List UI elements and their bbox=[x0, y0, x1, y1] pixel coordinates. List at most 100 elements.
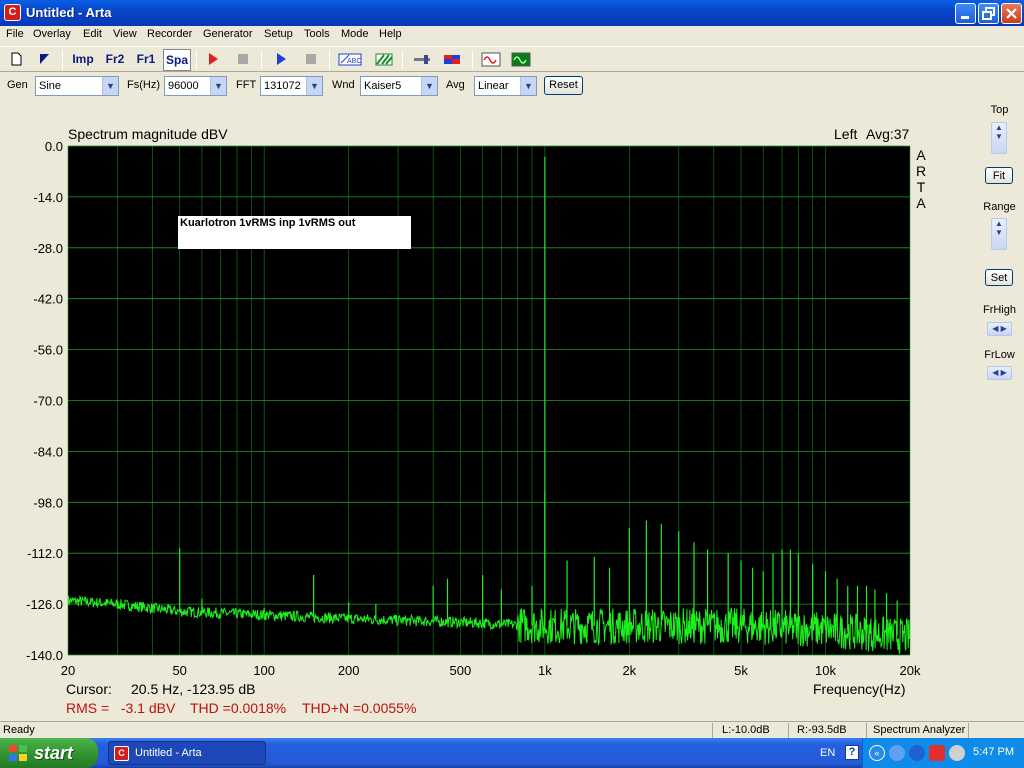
toolbar-separator bbox=[402, 51, 403, 69]
thd-readout: THD =0.0018% bbox=[190, 700, 287, 716]
arrow-right-icon[interactable]: ▶ bbox=[1001, 368, 1007, 377]
minimize-button[interactable] bbox=[955, 3, 976, 24]
menu-setup[interactable]: Setup bbox=[264, 28, 293, 40]
wnd-select[interactable]: Kaiser5 ▼ bbox=[360, 76, 438, 96]
wnd-value: Kaiser5 bbox=[364, 80, 402, 92]
avg-select[interactable]: Linear ▼ bbox=[474, 76, 537, 96]
range-spinner[interactable]: ▲ ▼ bbox=[991, 218, 1007, 250]
fs-value: 96000 bbox=[168, 80, 199, 92]
chevron-left-icon[interactable]: « bbox=[869, 745, 885, 761]
status-divider bbox=[712, 723, 713, 738]
close-button[interactable] bbox=[1001, 3, 1022, 24]
arrow-up-icon[interactable]: ▲ bbox=[992, 219, 1006, 228]
language-indicator[interactable]: EN bbox=[820, 747, 835, 759]
start-button[interactable]: start bbox=[0, 738, 98, 768]
fft-select[interactable]: 131072 ▼ bbox=[260, 76, 323, 96]
menu-file[interactable]: File bbox=[6, 28, 24, 40]
chevron-down-icon: ▼ bbox=[520, 77, 536, 95]
title-bar: C Untitled - Arta bbox=[0, 0, 1024, 26]
menu-edit[interactable]: Edit bbox=[83, 28, 102, 40]
colors-button[interactable] bbox=[372, 49, 396, 71]
antivirus-icon[interactable] bbox=[949, 745, 965, 761]
restore-icon bbox=[982, 7, 995, 20]
level-meter-button[interactable] bbox=[440, 49, 464, 71]
gen-select[interactable]: Sine ▼ bbox=[35, 76, 119, 96]
menu-view[interactable]: View bbox=[113, 28, 137, 40]
status-left-level: L:-10.0dB bbox=[722, 724, 770, 736]
x-tick-label: 200 bbox=[338, 663, 360, 678]
fr1-mode-button[interactable]: Fr1 bbox=[132, 49, 160, 71]
system-tray: ? « 5:47 PM bbox=[845, 738, 1024, 768]
spectrum-chart[interactable]: 0.0 -14.0 -28.0 -42.0 -56.0 -70.0 -84.0 -98.0 -1… bbox=[2, 99, 973, 720]
network-icon[interactable] bbox=[889, 745, 905, 761]
new-file-button[interactable] bbox=[4, 49, 28, 71]
range-label: Range bbox=[983, 201, 1016, 213]
security-shield-icon[interactable] bbox=[929, 745, 945, 761]
svg-text:ABC: ABC bbox=[347, 58, 361, 65]
generator-stop-button[interactable] bbox=[299, 49, 323, 71]
cursor-label: Cursor: bbox=[66, 681, 112, 697]
x-tick-label: 10k bbox=[815, 663, 836, 678]
menu-recorder[interactable]: Recorder bbox=[147, 28, 192, 40]
fs-select[interactable]: 96000 ▼ bbox=[164, 76, 227, 96]
arta-app-icon[interactable]: C bbox=[4, 4, 21, 21]
fr2-mode-button[interactable]: Fr2 bbox=[101, 49, 129, 71]
arrow-down-icon[interactable]: ▼ bbox=[992, 132, 1006, 141]
settings-toolbar: Gen Sine ▼ Fs(Hz) 96000 ▼ FFT 131072 ▼ Wnd … bbox=[0, 74, 1024, 98]
y-tick-label: -14.0 bbox=[33, 190, 63, 205]
reset-button[interactable]: Reset bbox=[544, 76, 583, 95]
fs-label: Fs(Hz) bbox=[127, 79, 160, 91]
annotation-button[interactable]: ABC bbox=[336, 49, 364, 71]
frhigh-spinner[interactable]: ◀ ▶ bbox=[987, 322, 1012, 336]
fit-button[interactable]: Fit bbox=[985, 167, 1013, 184]
chevron-down-icon: ▼ bbox=[421, 77, 437, 95]
generator-play-button[interactable] bbox=[269, 49, 293, 71]
toolbar-separator bbox=[62, 51, 63, 69]
taskbar-item-label: Untitled - Arta bbox=[135, 747, 202, 759]
menu-mode[interactable]: Mode bbox=[341, 28, 369, 40]
toolbar-separator bbox=[329, 51, 330, 69]
close-icon bbox=[1006, 8, 1017, 19]
record-stop-button[interactable] bbox=[231, 49, 255, 71]
top-spinner[interactable]: ▲ ▼ bbox=[991, 122, 1007, 154]
main-toolbar: Imp Fr2 Fr1 Spa ABC bbox=[0, 46, 1024, 72]
chart-annotation[interactable]: Kuarlotron 1vRMS inp 1vRMS out bbox=[178, 216, 411, 249]
sine-wave-green-icon bbox=[511, 52, 531, 67]
connection-icon[interactable] bbox=[909, 745, 925, 761]
frlow-spinner[interactable]: ◀ ▶ bbox=[987, 366, 1012, 380]
spectrum-mode-button[interactable]: Spa bbox=[163, 49, 191, 71]
gen-value: Sine bbox=[39, 80, 62, 92]
taskbar-item-arta[interactable]: C Untitled - Arta bbox=[108, 741, 266, 765]
x-tick-label: 1k bbox=[538, 663, 552, 678]
arrow-right-icon[interactable]: ▶ bbox=[1001, 324, 1007, 333]
help-icon[interactable]: ? bbox=[845, 745, 859, 760]
toolbar-separator bbox=[196, 51, 197, 69]
menu-tools[interactable]: Tools bbox=[304, 28, 330, 40]
status-divider bbox=[866, 723, 867, 738]
chart-title: Spectrum magnitude dBV bbox=[68, 126, 228, 142]
y-tick-label: -112.0 bbox=[27, 546, 63, 561]
arrow-left-icon[interactable]: ◀ bbox=[992, 324, 998, 333]
avg-value: Linear bbox=[478, 80, 509, 92]
x-axis-label: Frequency(Hz) bbox=[813, 681, 906, 697]
windows-logo-icon bbox=[9, 745, 27, 761]
toolbar-separator bbox=[261, 51, 262, 69]
menu-help[interactable]: Help bbox=[379, 28, 402, 40]
play-red-icon bbox=[209, 53, 218, 65]
set-button[interactable]: Set bbox=[985, 269, 1013, 286]
arrow-left-icon[interactable]: ◀ bbox=[992, 368, 998, 377]
maximize-button[interactable] bbox=[978, 3, 999, 24]
arrow-down-icon[interactable]: ▼ bbox=[992, 228, 1006, 237]
input-level-button[interactable] bbox=[410, 49, 434, 71]
open-button[interactable] bbox=[32, 49, 56, 71]
impulse-mode-button[interactable]: Imp bbox=[68, 49, 98, 71]
status-mode: Spectrum Analyzer bbox=[873, 724, 966, 736]
menu-generator[interactable]: Generator bbox=[203, 28, 253, 40]
arrow-up-icon[interactable]: ▲ bbox=[992, 123, 1006, 132]
oscilloscope-button[interactable] bbox=[509, 49, 533, 71]
record-play-button[interactable] bbox=[201, 49, 225, 71]
y-tick-label: -140.0 bbox=[26, 648, 63, 663]
generator-signal-button[interactable] bbox=[479, 49, 503, 71]
menu-overlay[interactable]: Overlay bbox=[33, 28, 71, 40]
stop-icon bbox=[306, 54, 316, 64]
